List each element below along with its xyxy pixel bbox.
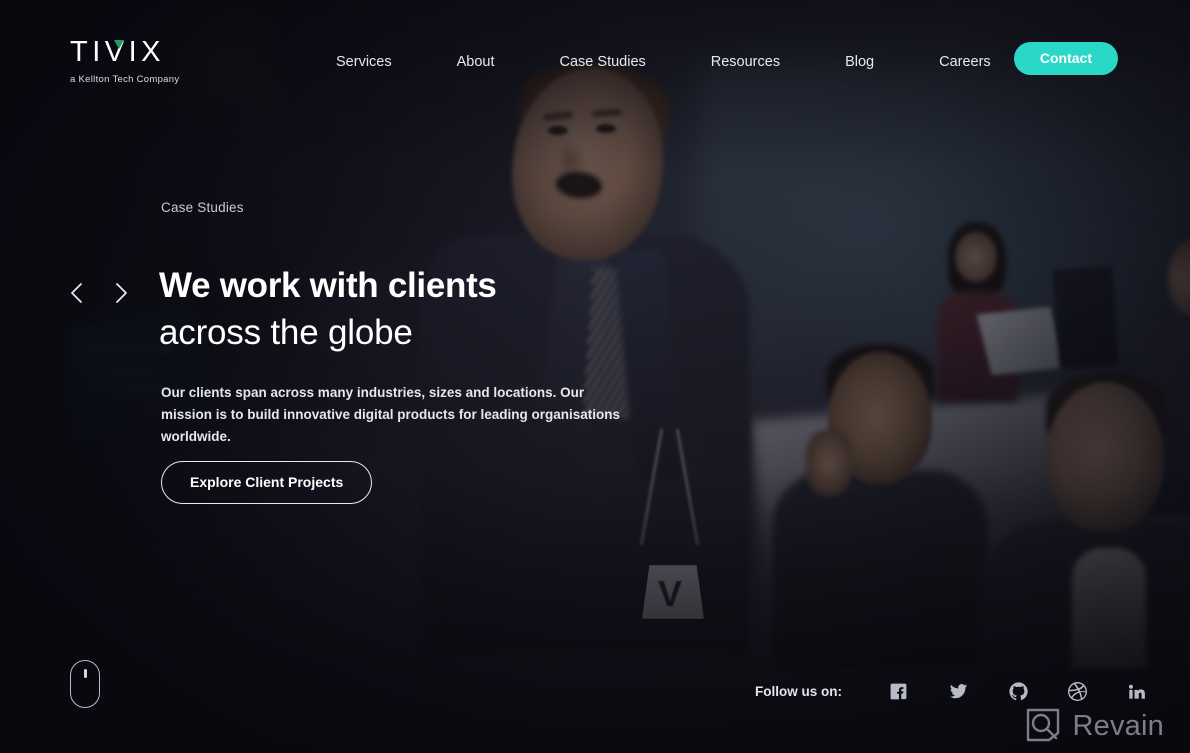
facebook-icon[interactable] [889,682,908,701]
twitter-icon[interactable] [948,682,969,701]
hero-title: We work with clients across the globe [159,268,497,350]
explore-client-projects-button[interactable]: Explore Client Projects [161,461,373,504]
logo-wordmark: TIVIX [70,38,179,67]
chevron-left-icon[interactable] [62,278,90,308]
hero-description: Our clients span across many industries,… [161,385,621,444]
nav-item-blog[interactable]: Blog [845,48,874,76]
revain-watermark: Revain [1025,707,1164,745]
nav-item-resources[interactable]: Resources [711,48,780,76]
revain-magnifier-icon [1026,708,1059,742]
social-links: Follow us on: [755,682,1146,701]
logo-triangle-icon [114,40,124,49]
github-icon[interactable] [1009,682,1028,701]
scroll-wheel-dot [83,669,87,678]
nav-item-case-studies[interactable]: Case Studies [560,48,646,76]
scroll-mouse-icon[interactable] [70,660,100,708]
dribbble-icon[interactable] [1068,682,1087,701]
nav-item-services[interactable]: Services [336,48,392,76]
main-navigation: Services About Case Studies Resources Bl… [336,48,991,76]
page-root: V TIVIX a Kellton Tech Company Services … [0,0,1190,753]
hero-eyebrow: Case Studies [161,200,244,215]
logo-tagline: a Kellton Tech Company [70,74,180,85]
nav-item-about[interactable]: About [457,48,495,76]
chevron-right-icon[interactable] [108,278,136,308]
contact-button[interactable]: Contact [1013,42,1118,75]
hero-title-line-1: We work with clients [159,266,497,305]
site-header: TIVIX a Kellton Tech Company Services Ab… [0,0,1190,118]
revain-watermark-text: Revain [1072,709,1164,742]
slider-controls [62,278,136,308]
hero-title-line-2: across the globe [159,313,413,352]
follow-us-label: Follow us on: [755,684,842,699]
linkedin-icon[interactable] [1127,682,1146,701]
logo[interactable]: TIVIX a Kellton Tech Company [70,38,180,86]
nav-item-careers[interactable]: Careers [939,48,991,76]
